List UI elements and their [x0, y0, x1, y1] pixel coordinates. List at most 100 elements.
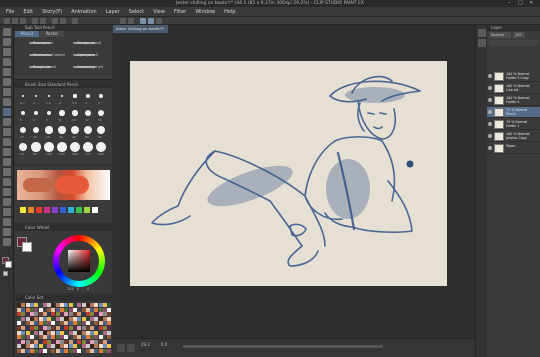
eye-icon[interactable]: [488, 110, 492, 114]
balloon-tool-icon[interactable]: [3, 228, 11, 236]
layer-row[interactable]: 74 % Normal Pencil: [487, 107, 540, 118]
eraser-tool-icon[interactable]: [3, 148, 11, 156]
menu-filter[interactable]: Filter: [174, 9, 186, 15]
brush-size-preset[interactable]: [99, 94, 103, 98]
palette-swatch[interactable]: [76, 207, 82, 213]
fill-tool-icon[interactable]: [3, 168, 11, 176]
brush-size-preset[interactable]: [19, 126, 27, 134]
palette-swatch[interactable]: [60, 207, 66, 213]
menu-edit[interactable]: Edit: [23, 9, 33, 15]
move-tool-icon[interactable]: [3, 38, 11, 46]
palette-swatch[interactable]: [92, 207, 98, 213]
brush-size-preset[interactable]: [32, 126, 40, 134]
pencil-tool-icon[interactable]: [3, 108, 11, 116]
correct-line-tool-icon[interactable]: [3, 238, 11, 246]
menu-file[interactable]: File: [6, 9, 14, 15]
brush-size-preset[interactable]: [18, 142, 28, 152]
tab-pencil[interactable]: Pencil: [15, 31, 39, 37]
palette-swatch[interactable]: [20, 207, 26, 213]
eyedropper-tool-icon[interactable]: [3, 88, 11, 96]
move-layer-tool-icon[interactable]: [3, 58, 11, 66]
navigator-icon[interactable]: [117, 344, 125, 352]
opacity-field[interactable]: 100: [513, 32, 525, 38]
brush-item-light-pencil[interactable]: Light pencil: [73, 51, 113, 59]
palette-swatch[interactable]: [44, 207, 50, 213]
menu-help[interactable]: Help: [224, 9, 235, 15]
brush-size-preset[interactable]: [83, 125, 93, 135]
minimize-icon[interactable]: –: [508, 0, 511, 7]
layer-row[interactable]: 100 % Normal photos Copy: [487, 131, 540, 142]
airbrush-tool-icon[interactable]: [3, 128, 11, 136]
layer-row[interactable]: 100 % Normal Folder 3 Copy: [487, 71, 540, 82]
menu-window[interactable]: Window: [195, 9, 215, 15]
blend-mode-select[interactable]: Normal: [489, 32, 511, 38]
redo-icon[interactable]: [40, 18, 46, 24]
deselect-icon[interactable]: [120, 18, 126, 24]
close-icon[interactable]: ✕: [529, 0, 533, 7]
brush-size-preset[interactable]: [46, 110, 52, 116]
eye-icon[interactable]: [488, 122, 492, 126]
color-set-swatch[interactable]: [107, 344, 112, 349]
brush-size-preset[interactable]: [57, 142, 67, 152]
figure-tool-icon[interactable]: [3, 188, 11, 196]
eye-icon[interactable]: [488, 74, 492, 78]
brush-size-preset[interactable]: [33, 110, 39, 116]
brush-size-preset[interactable]: [71, 126, 79, 134]
operation-tool-icon[interactable]: [3, 48, 11, 56]
fill-icon[interactable]: [60, 18, 66, 24]
saturation-value-square[interactable]: [68, 250, 90, 272]
menu-layer[interactable]: Layer: [106, 9, 120, 15]
brush-size-preset[interactable]: [70, 142, 80, 152]
sub-color-swatch[interactable]: [5, 261, 12, 268]
palette-swatch[interactable]: [84, 207, 90, 213]
menu-story[interactable]: Story(P): [42, 9, 62, 15]
brush-size-preset[interactable]: [86, 94, 90, 98]
brush-size-preset[interactable]: [22, 95, 24, 97]
palette-swatch[interactable]: [36, 207, 42, 213]
snap-grid-icon[interactable]: [156, 18, 162, 24]
brush-size-preset[interactable]: [73, 94, 77, 98]
color-set-swatch[interactable]: [107, 303, 112, 307]
menu-view[interactable]: View: [153, 9, 165, 15]
save-icon[interactable]: [20, 18, 26, 24]
color-set-swatch[interactable]: [107, 321, 112, 326]
brush-size-preset[interactable]: [44, 142, 54, 152]
sub-color-indicator[interactable]: [22, 242, 32, 252]
frame-border-tool-icon[interactable]: [3, 198, 11, 206]
color-set-swatch[interactable]: [107, 339, 112, 344]
undo-icon[interactable]: [32, 18, 38, 24]
open-icon[interactable]: [12, 18, 18, 24]
brush-size-preset[interactable]: [59, 110, 65, 116]
pen-tool-icon[interactable]: [3, 98, 11, 106]
clear-icon[interactable]: [52, 18, 58, 24]
brush-size-preset[interactable]: [72, 110, 78, 116]
brush-item-real-pencil[interactable]: Real pencil: [29, 39, 69, 47]
snap-ruler-icon[interactable]: [140, 18, 146, 24]
invert-selection-icon[interactable]: [128, 18, 134, 24]
snap-special-ruler-icon[interactable]: [148, 18, 154, 24]
ruler-tool-icon[interactable]: [3, 208, 11, 216]
layer-row[interactable]: 79 % Normal Folder 1: [487, 119, 540, 130]
eye-icon[interactable]: [488, 134, 492, 138]
brush-item-design-pencil[interactable]: Design pencil: [73, 39, 113, 47]
transparent-color-swatch[interactable]: [3, 271, 8, 276]
angle-readout[interactable]: 0.0: [161, 342, 167, 347]
layer-row[interactable]: 100 % Normal Line art: [487, 83, 540, 94]
menu-animation[interactable]: Animation: [71, 9, 97, 15]
brush-size-preset[interactable]: [97, 109, 105, 117]
decoration-tool-icon[interactable]: [3, 138, 11, 146]
brush-size-preset[interactable]: [34, 94, 38, 98]
palette-swatch[interactable]: [52, 207, 58, 213]
color-set-swatch[interactable]: [107, 316, 112, 321]
zoom-tool-icon[interactable]: [3, 28, 11, 36]
brush-size-preset[interactable]: [45, 126, 53, 134]
brush-item-rough-pencil[interactable]: Rough pencil: [29, 63, 69, 71]
brush-item-colored-pencil[interactable]: Colored pencil: [73, 63, 113, 71]
color-set-swatch[interactable]: [107, 349, 112, 353]
color-set-swatch[interactable]: [107, 307, 112, 312]
transform-icon[interactable]: [72, 18, 78, 24]
brush-size-preset[interactable]: [47, 94, 51, 98]
panel-dock-icon[interactable]: [478, 29, 486, 37]
brush-size-preset[interactable]: [82, 141, 94, 153]
maximize-icon[interactable]: □: [518, 0, 523, 7]
